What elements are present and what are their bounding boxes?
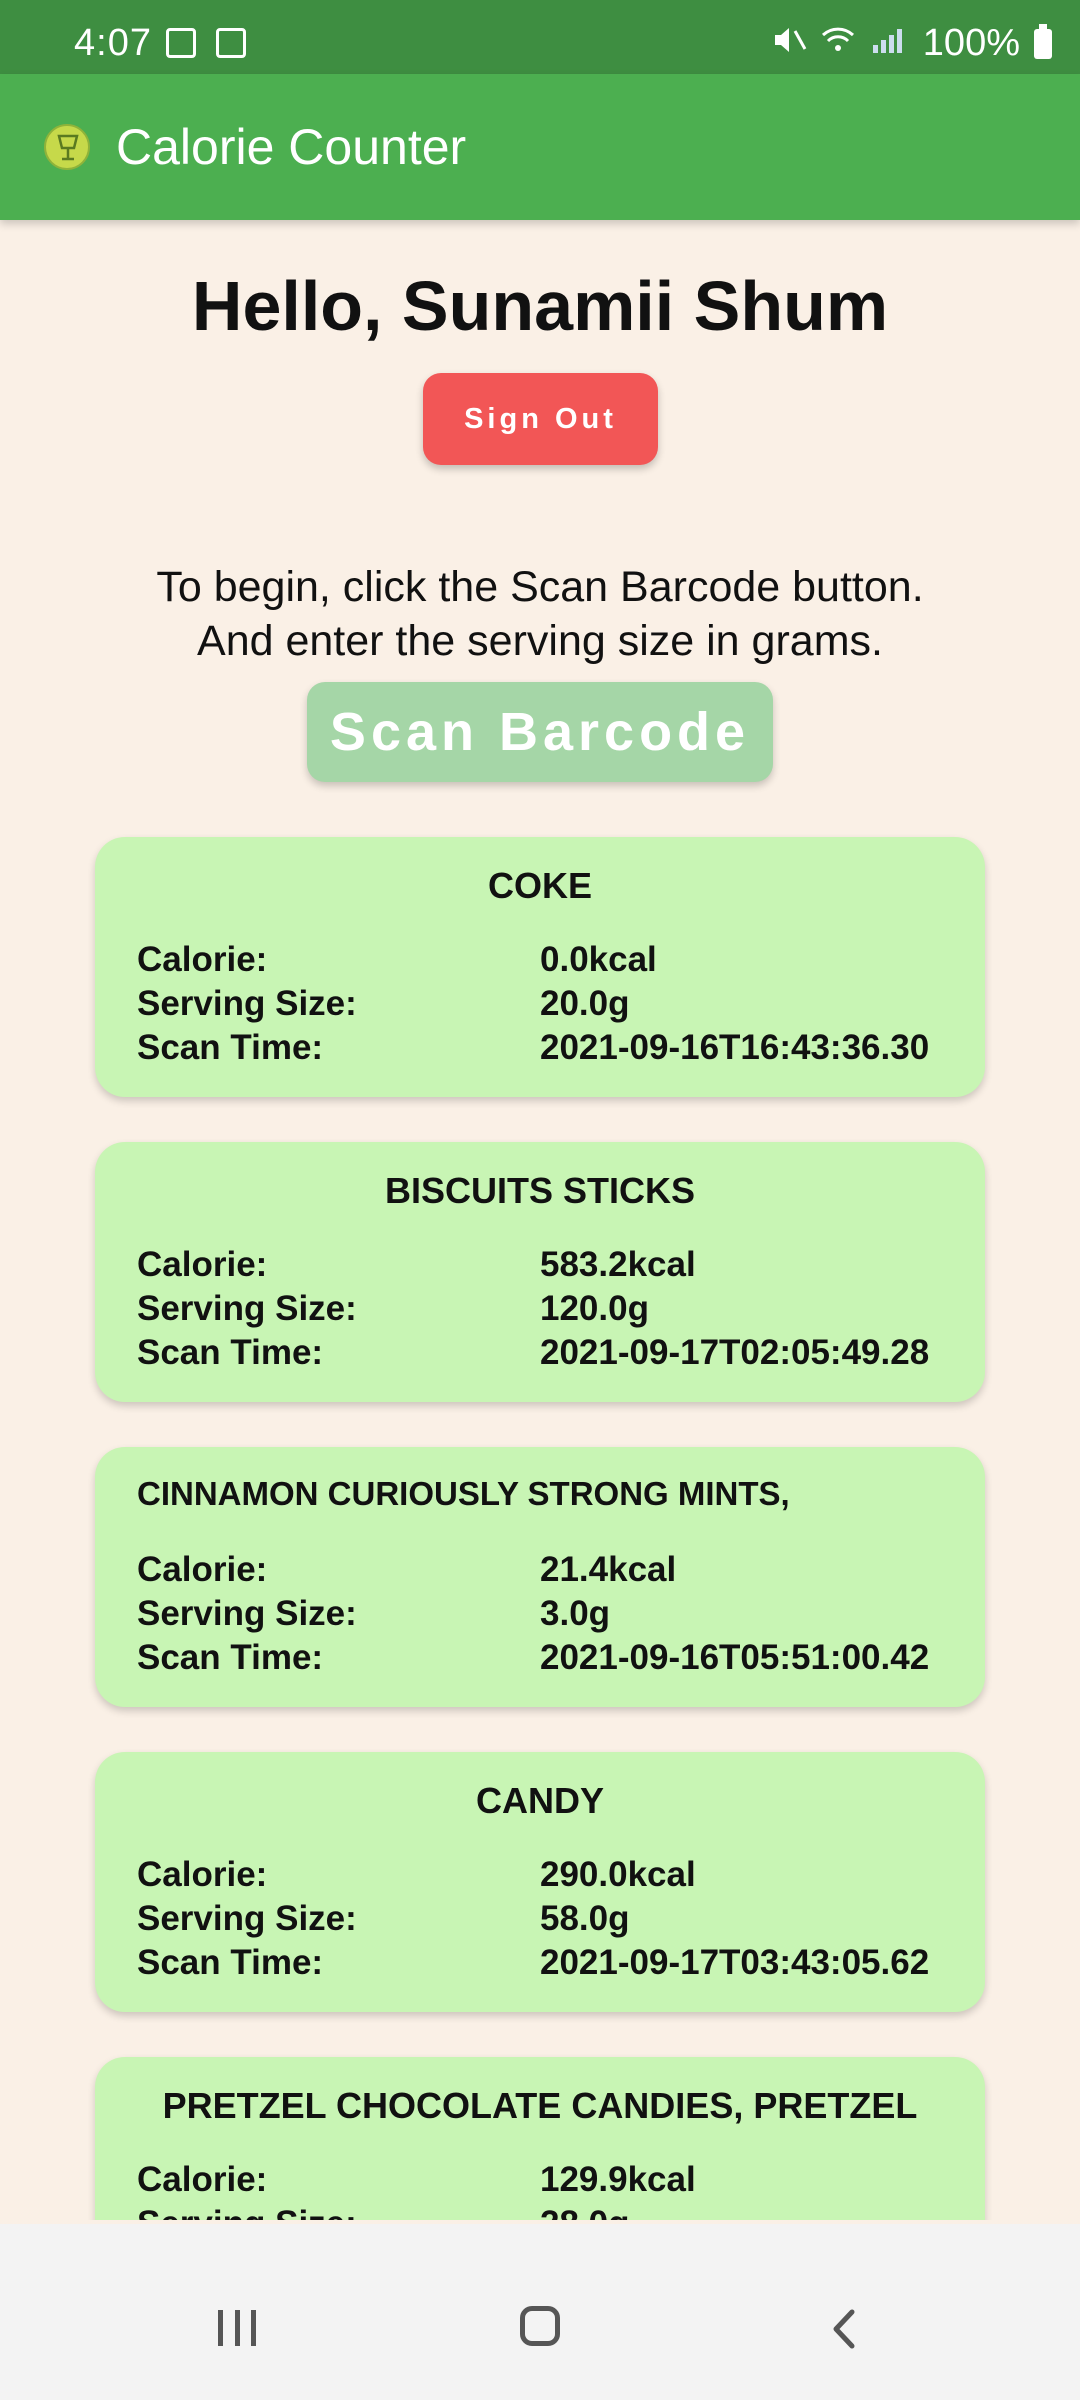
- calorie-value: 0.0kcal: [540, 940, 657, 979]
- instructions-line-2: And enter the serving size in grams.: [197, 617, 883, 665]
- scan-time-label: Scan Time:: [137, 1028, 324, 1067]
- calorie-label: Calorie:: [137, 1550, 268, 1589]
- calorie-label: Calorie:: [137, 2160, 268, 2199]
- mute-icon: [773, 22, 807, 65]
- food-name: PRETZEL CHOCOLATE CANDIES, PRETZEL: [162, 2085, 918, 2126]
- serving-size-value: 58.0g: [540, 1899, 630, 1938]
- food-card: COKE Calorie: 0.0kcal Serving Size: 20.0…: [95, 837, 985, 1097]
- serving-size-label: Serving Size:: [137, 984, 357, 1023]
- serving-size-label: Serving Size:: [137, 1594, 357, 1633]
- app-notification-icon: [216, 28, 246, 58]
- calorie-label: Calorie:: [137, 1855, 268, 1894]
- main-content[interactable]: Hello, Sunamii Shum Sign Out To begin, c…: [0, 220, 1080, 2220]
- food-name: BISCUITS STICKS: [384, 1170, 696, 1211]
- status-time: 4:07: [74, 22, 152, 64]
- serving-size-value: 20.0g: [540, 984, 630, 1023]
- battery-percent: 100%: [922, 22, 1020, 64]
- scan-time-label: Scan Time:: [137, 1333, 324, 1372]
- instructions-line-1: To begin, click the Scan Barcode button.: [156, 563, 924, 611]
- signal-icon: [869, 22, 909, 65]
- serving-size-value: 120.0g: [540, 1289, 649, 1328]
- calorie-label: Calorie:: [137, 940, 268, 979]
- food-card: CINNAMON CURIOUSLY STRONG MINTS, Calorie…: [95, 1447, 985, 1707]
- food-card: BISCUITS STICKS Calorie: 583.2kcal Servi…: [95, 1142, 985, 1402]
- serving-size-label: Serving Size:: [137, 1899, 357, 1938]
- calorie-value: 583.2kcal: [540, 1245, 696, 1284]
- scan-time-label: Scan Time:: [137, 1638, 324, 1677]
- scan-time-value: 2021-09-16T16:43:36.30: [540, 1028, 930, 1067]
- food-card: CANDY Calorie: 290.0kcal Serving Size: 5…: [95, 1752, 985, 2012]
- app-title: Calorie Counter: [116, 119, 467, 175]
- food-name: CINNAMON CURIOUSLY STRONG MINTS,: [137, 1475, 790, 1512]
- app-logo-icon: [44, 124, 90, 170]
- system-nav-bar: [0, 2224, 1080, 2400]
- calorie-value: 21.4kcal: [540, 1550, 677, 1589]
- food-card: PRETZEL CHOCOLATE CANDIES, PRETZEL Calor…: [95, 2057, 985, 2220]
- serving-size-value: 28.0g: [540, 2204, 630, 2220]
- scan-time-value: 2021-09-17T03:43:05.62: [540, 1943, 930, 1982]
- battery-icon: [1034, 23, 1052, 59]
- scan-time-value: 2021-09-17T02:05:49.28: [540, 1333, 930, 1372]
- back-icon[interactable]: [830, 2308, 858, 2355]
- calorie-value: 290.0kcal: [540, 1855, 696, 1894]
- calorie-label: Calorie:: [137, 1245, 268, 1284]
- calorie-value: 129.9kcal: [540, 2160, 696, 2199]
- app-bar: Calorie Counter: [0, 74, 1080, 220]
- serving-size-label: Serving Size:: [137, 1289, 357, 1328]
- instructions-text: To begin, click the Scan Barcode button.…: [0, 560, 1080, 668]
- serving-size-label: Serving Size:: [137, 2204, 357, 2220]
- scan-time-value: 2021-09-16T05:51:00.42: [540, 1638, 930, 1677]
- food-name: CANDY: [475, 1780, 604, 1821]
- status-indicators: 100%: [773, 22, 1052, 65]
- sign-out-button[interactable]: Sign Out: [423, 373, 658, 465]
- food-name: COKE: [487, 865, 592, 906]
- scan-time-label: Scan Time:: [137, 1943, 324, 1982]
- greeting-heading: Hello, Sunamii Shum: [191, 267, 889, 345]
- scan-barcode-button[interactable]: Scan Barcode: [307, 682, 773, 782]
- wifi-icon: [821, 22, 855, 65]
- recents-icon[interactable]: [218, 2310, 256, 2346]
- status-bar: 4:07 100%: [0, 0, 1080, 74]
- serving-size-value: 3.0g: [540, 1594, 611, 1633]
- gallery-notification-icon: [166, 28, 196, 58]
- home-icon[interactable]: [520, 2306, 560, 2346]
